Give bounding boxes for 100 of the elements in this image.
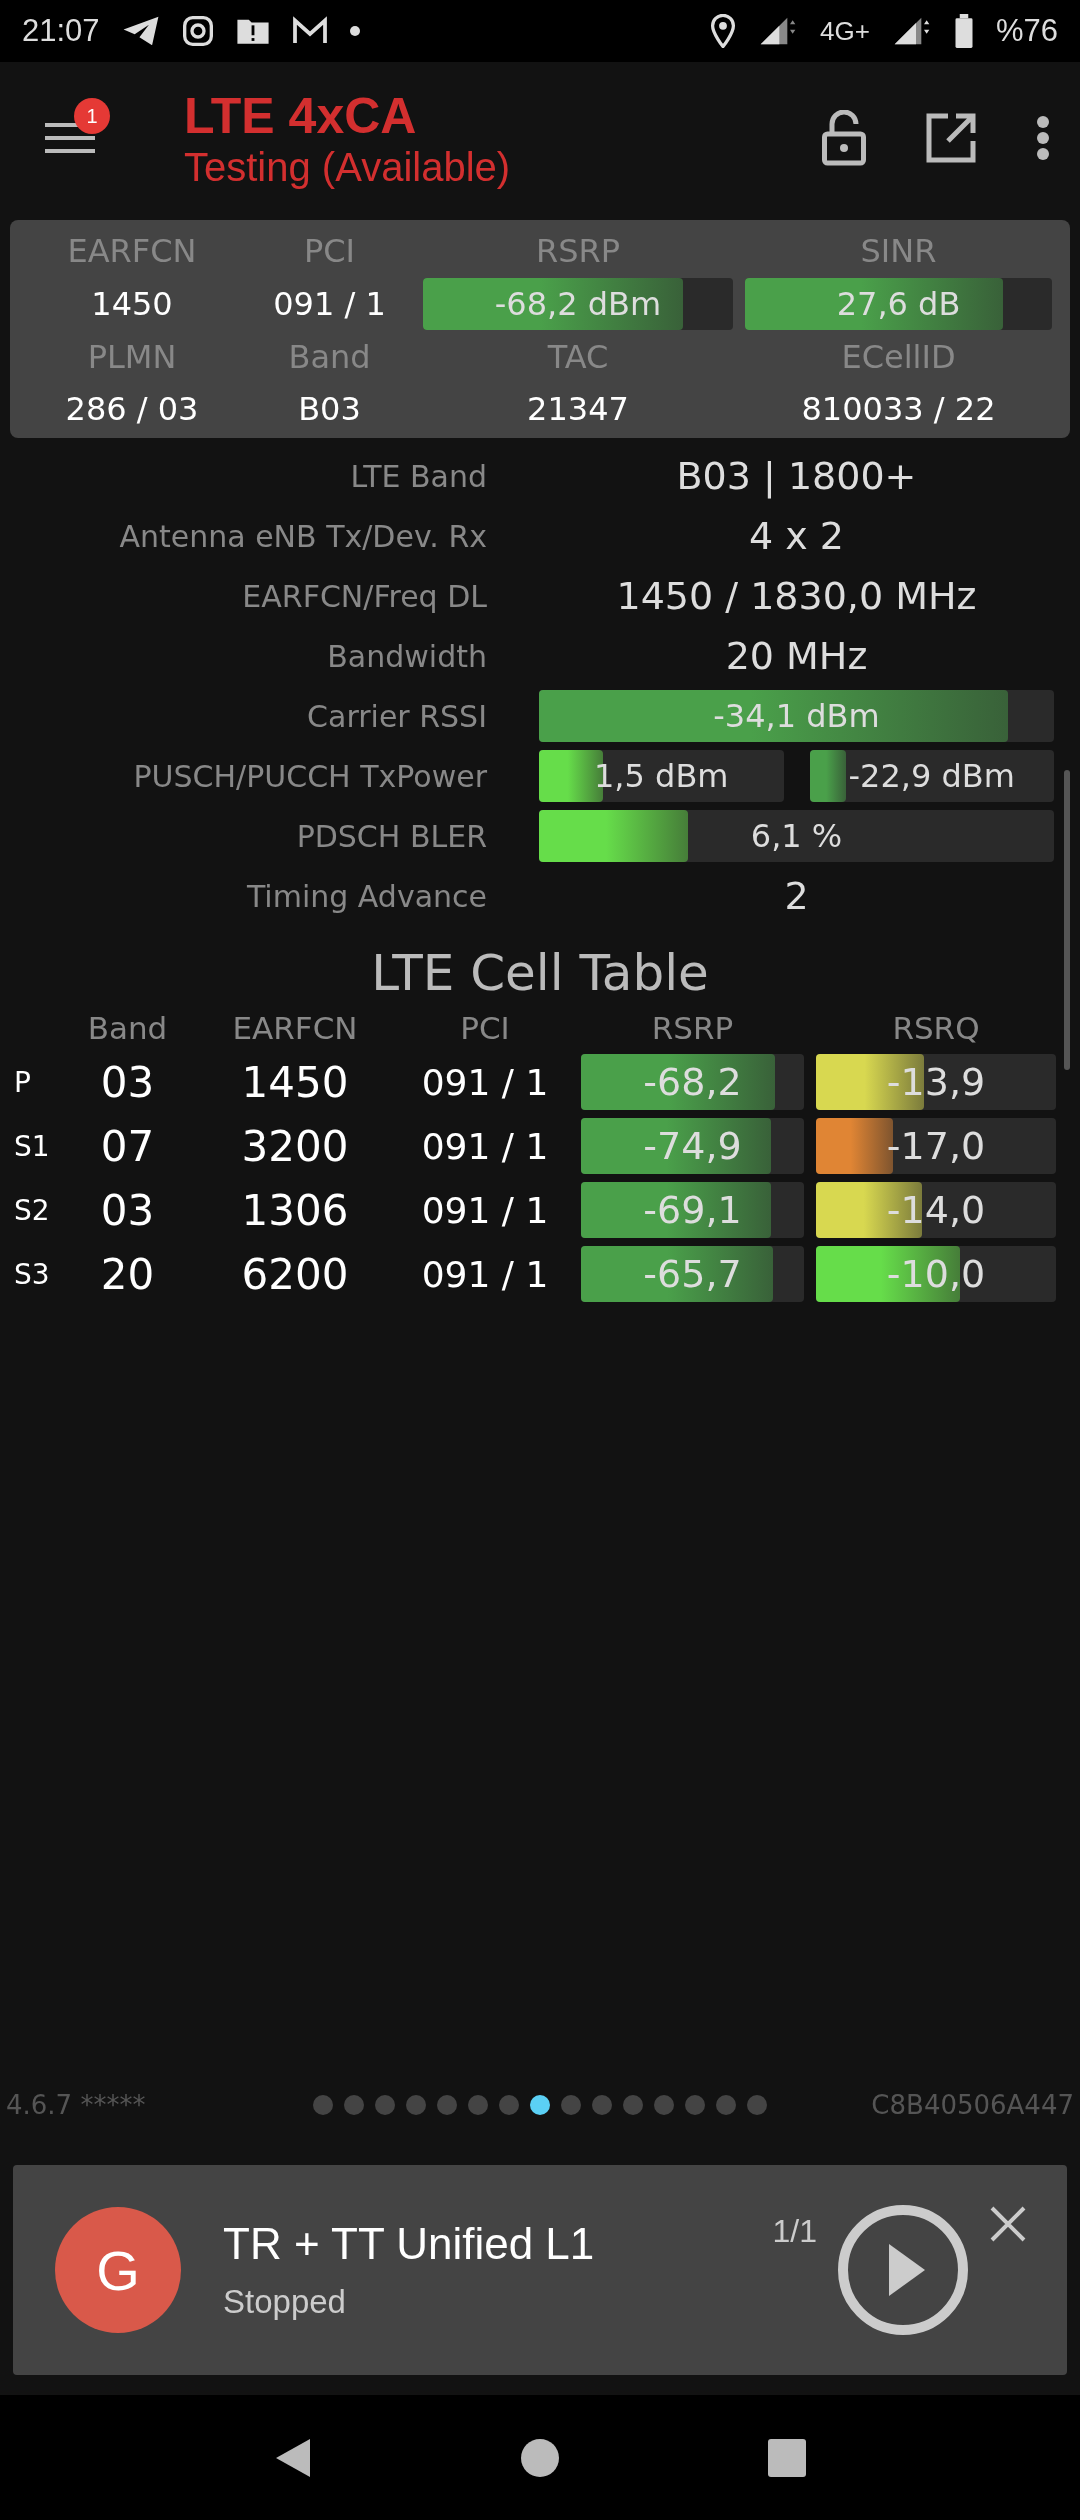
close-icon	[989, 2205, 1027, 2243]
unlocked-padlock-icon	[822, 110, 866, 166]
page-dot[interactable]	[406, 2095, 426, 2115]
detail-value: 2	[783, 874, 810, 918]
version-text: 4.6.7 *****	[5, 2090, 147, 2120]
column-header: RSRQ	[891, 1010, 981, 1046]
bar-value: -68,2	[642, 1060, 743, 1104]
recents-button[interactable]	[767, 2438, 806, 2477]
bar-value: -34,1 dBm	[712, 697, 881, 735]
field-label: TAC	[546, 337, 610, 378]
table-cell-text: 091 / 1	[420, 1061, 550, 1103]
bar-value: -65,7	[642, 1252, 743, 1296]
play-icon	[837, 2204, 969, 2336]
table-cell-text: 07	[99, 1121, 156, 1171]
field-label: ECellID	[840, 337, 957, 378]
column-header: RSRP	[650, 1010, 735, 1046]
field-label: SINR	[859, 231, 938, 272]
external-link-icon	[926, 113, 976, 163]
notification-title: TR + TT Unified L1	[223, 2219, 596, 2269]
field-label: PLMN	[86, 337, 178, 378]
page-dot[interactable]	[499, 2095, 519, 2115]
app-subtitle: Testing (Available)	[184, 144, 511, 190]
battery-percent: %76	[995, 13, 1058, 49]
bar-value: -74,9	[642, 1124, 743, 1168]
detail-value: 1450 / 1830,0 MHz	[615, 574, 978, 618]
detail-label: PDSCH BLER	[295, 818, 487, 854]
detail-label: Bandwidth	[326, 638, 487, 674]
open-external-button[interactable]	[926, 113, 976, 163]
bar-value: -22,9 dBm	[847, 757, 1016, 795]
network-type: 4G+	[820, 15, 870, 47]
clock: 21:07	[22, 13, 100, 49]
column-header: EARFCN	[231, 1010, 359, 1046]
bar-value: -17,0	[885, 1124, 987, 1168]
more-button[interactable]	[1036, 115, 1050, 161]
column-header: Band	[86, 1010, 169, 1046]
page-dot[interactable]	[654, 2095, 674, 2115]
bar-value: 1,5 dBm	[593, 757, 730, 795]
table-cell-text: 091 / 1	[420, 1125, 550, 1167]
field-value: 091 / 1	[272, 284, 387, 325]
field-value: 286 / 03	[64, 389, 200, 430]
page-dot[interactable]	[592, 2095, 612, 2115]
table-cell-text: 091 / 1	[420, 1189, 550, 1231]
detail-label: Timing Advance	[245, 878, 487, 914]
field-value: 21347	[526, 389, 630, 430]
notification-status: Stopped	[223, 2283, 347, 2321]
table-cell-text: 03	[99, 1057, 156, 1107]
table-cell-text: 1306	[240, 1185, 350, 1235]
table-cell-text: 1450	[240, 1057, 350, 1107]
detail-value: 4 x 2	[748, 514, 845, 558]
page-dot[interactable]	[437, 2095, 457, 2115]
play-button[interactable]	[837, 2204, 969, 2336]
page-dot[interactable]	[344, 2095, 364, 2115]
field-label: RSRP	[534, 231, 622, 272]
back-button[interactable]	[274, 2436, 313, 2479]
recents-square-icon	[767, 2438, 806, 2477]
avatar: G	[55, 2207, 181, 2333]
notification-badge: 1	[74, 98, 110, 134]
page-dot[interactable]	[375, 2095, 395, 2115]
back-triangle-icon	[274, 2436, 313, 2479]
detail-label: PUSCH/PUCCH TxPower	[132, 758, 487, 794]
camera-icon	[181, 15, 214, 47]
detail-label: EARFCN/Freq DL	[241, 578, 487, 614]
page-dot[interactable]	[561, 2095, 581, 2115]
home-button[interactable]	[521, 2438, 559, 2477]
field-value: B03	[297, 389, 362, 430]
table-cell-text: 3200	[240, 1121, 350, 1171]
page-dot[interactable]	[716, 2095, 736, 2115]
page-dot[interactable]	[468, 2095, 488, 2115]
page-dot[interactable]	[623, 2095, 643, 2115]
field-label: Band	[287, 337, 372, 378]
page-dot[interactable]	[747, 2095, 767, 2115]
app-title: LTE 4xCA	[184, 86, 418, 145]
table-cell-text: 6200	[240, 1249, 350, 1299]
detail-label: Antenna eNB Tx/Dev. Rx	[118, 518, 487, 554]
table-cell-text: 091 / 1	[420, 1253, 550, 1295]
device-id: C8B40506A447	[870, 2090, 1075, 2120]
detail-value: B03 | 1800+	[675, 454, 918, 498]
field-label: EARFCN	[66, 231, 198, 272]
bar-value: -68,2 dBm	[493, 285, 663, 323]
cell-type: S3	[13, 1257, 51, 1291]
cell-type: S2	[13, 1193, 51, 1227]
home-circle-icon	[521, 2438, 559, 2477]
page-dot[interactable]	[685, 2095, 705, 2115]
bar-value: 27,6 dB	[835, 285, 962, 323]
bar-value: -69,1	[642, 1188, 743, 1232]
mail-icon	[291, 16, 328, 46]
dot-icon	[349, 26, 360, 36]
field-label: PCI	[302, 231, 357, 272]
lock-button[interactable]	[822, 110, 866, 166]
menu-button[interactable]: 1	[30, 96, 110, 180]
cell-type: S1	[13, 1129, 51, 1163]
bar-value: 6,1 %	[749, 817, 844, 855]
field-value: 1450	[90, 284, 174, 325]
column-header: PCI	[459, 1010, 511, 1046]
more-vertical-icon	[1036, 115, 1050, 161]
page-dot[interactable]	[530, 2095, 550, 2115]
detail-value: 20 MHz	[724, 634, 869, 678]
paper-plane-icon	[121, 15, 160, 47]
page-dot[interactable]	[313, 2095, 333, 2115]
close-button[interactable]	[989, 2205, 1027, 2243]
